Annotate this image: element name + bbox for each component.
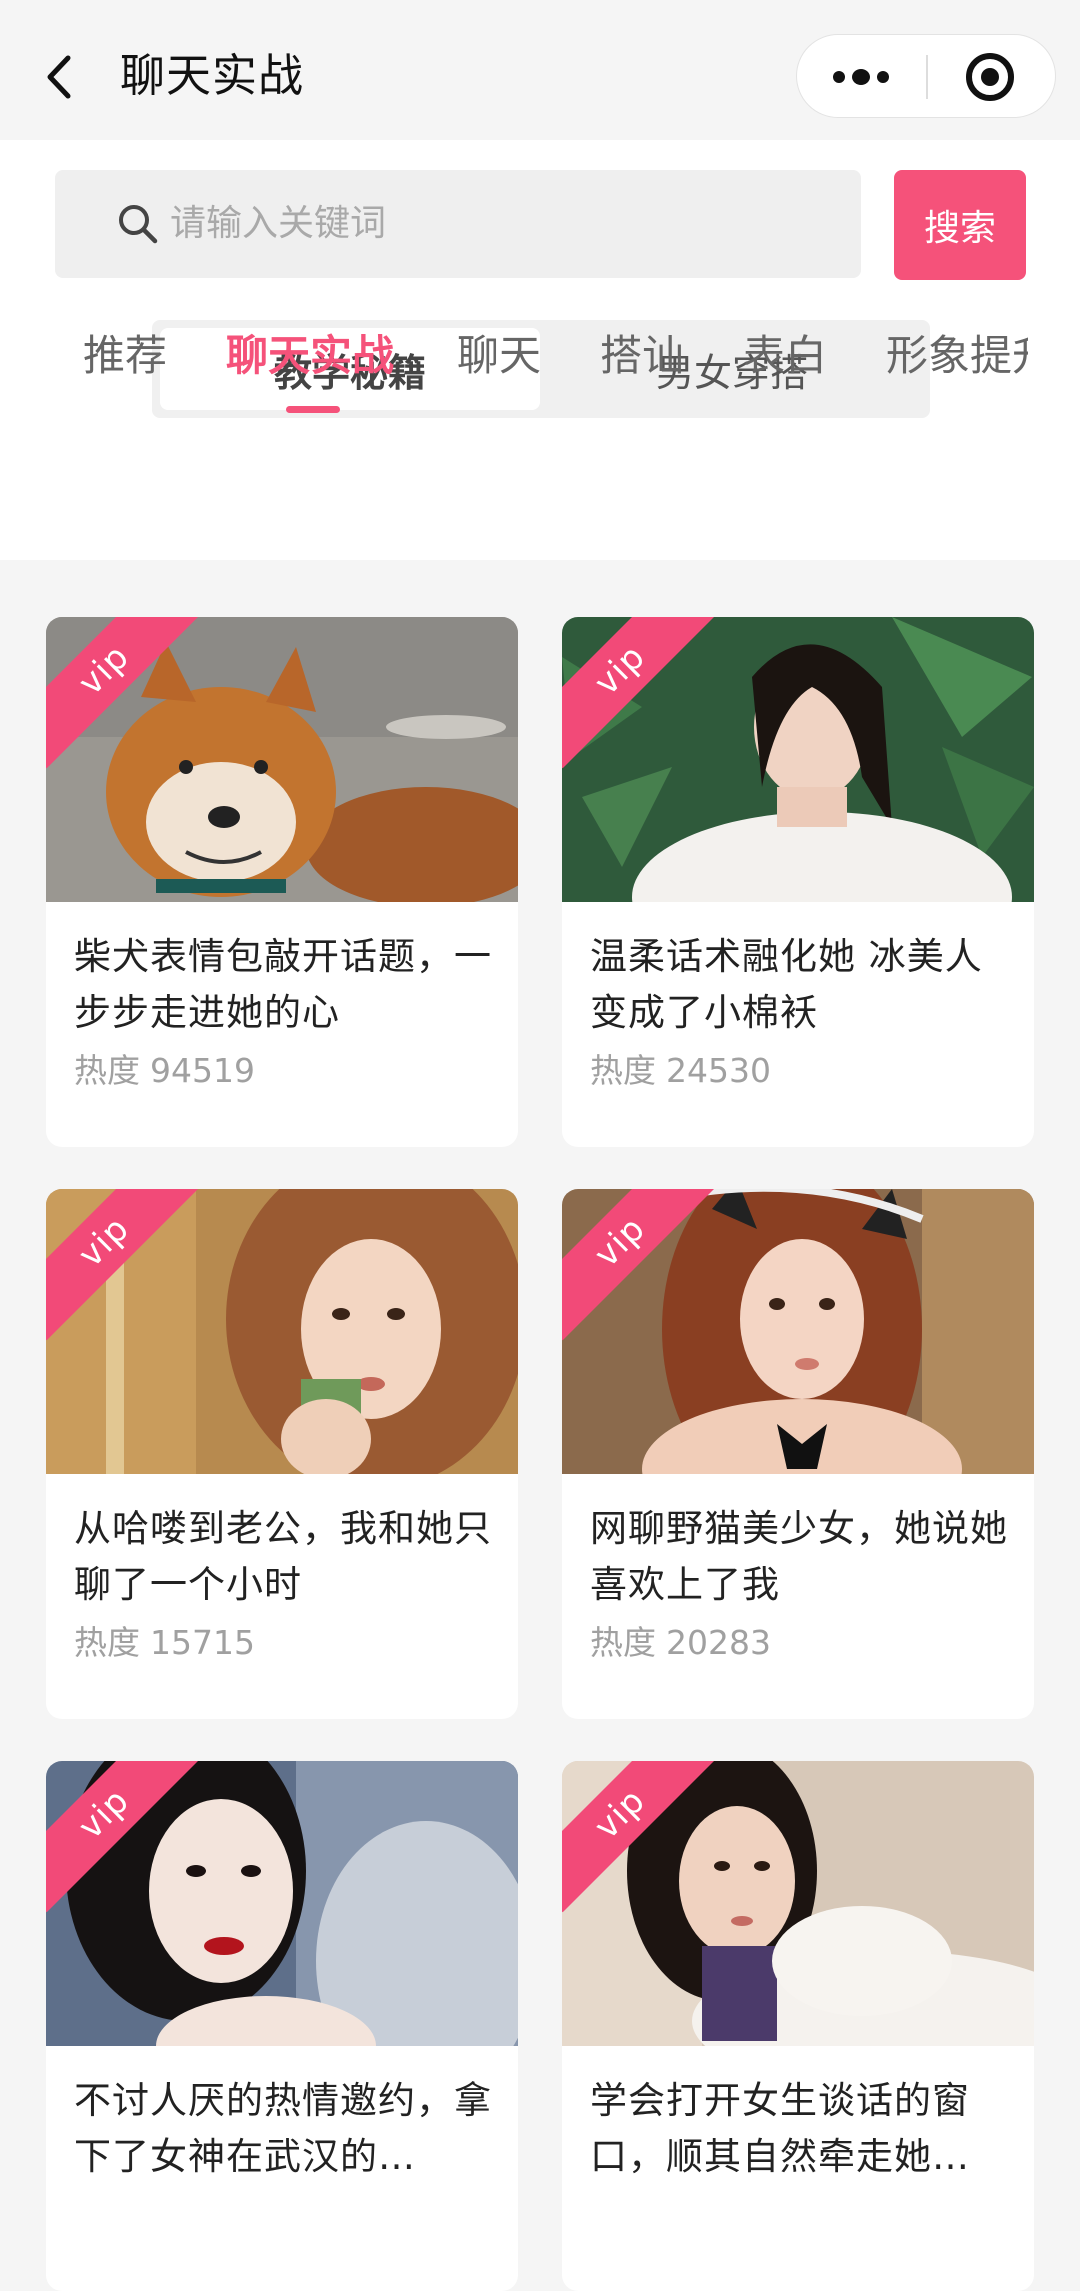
card-thumbnail: vip <box>46 617 518 902</box>
card-title: 从哈喽到老公，我和她只聊了一个小时 <box>74 1507 492 1606</box>
tab-chat[interactable]: 聊天 <box>457 328 541 384</box>
card-heat: 热度 94519 <box>74 1051 255 1090</box>
target-icon[interactable] <box>928 35 1057 119</box>
card-thumbnail: vip <box>562 1189 1034 1474</box>
card-title: 温柔话术融化她 冰美人变成了小棉袄 <box>590 935 983 1034</box>
article-card[interactable]: vip 网聊野猫美少女，她说她喜欢上了我 热度 20283 <box>562 1189 1034 1719</box>
card-heat: 热度 20283 <box>590 1623 771 1662</box>
card-title: 柴犬表情包敲开话题，一步步走进她的心 <box>74 935 492 1034</box>
article-card[interactable]: vip 学会打开女生谈话的窗口，顺其自然牵走她… <box>562 1761 1034 2291</box>
more-icon[interactable] <box>797 35 926 119</box>
category-tabs: 推荐 聊天实战 聊天 搭讪 表白 形象提升 <box>0 318 1028 418</box>
card-heat: 热度 24530 <box>590 1051 771 1090</box>
navigation-bar: 聊天实战 <box>0 0 1080 140</box>
card-heat: 热度 15715 <box>74 1623 255 1662</box>
search-icon <box>115 201 161 247</box>
article-card[interactable]: vip 不讨人厌的热情邀约，拿下了女神在武汉的… <box>46 1761 518 2291</box>
card-title: 学会打开女生谈话的窗口，顺其自然牵走她… <box>590 2079 970 2178</box>
search-button[interactable]: 搜索 <box>894 170 1026 280</box>
article-card[interactable]: vip 柴犬表情包敲开话题，一步步走进她的心 热度 94519 <box>46 617 518 1147</box>
page-title: 聊天实战 <box>120 49 305 102</box>
tab-pickup[interactable]: 搭讪 <box>600 328 684 384</box>
tab-image-improvement[interactable]: 形象提升 <box>886 328 1028 384</box>
card-thumbnail: vip <box>562 1761 1034 2046</box>
tab-recommend[interactable]: 推荐 <box>83 328 167 384</box>
search-input[interactable]: 请输入关键词 <box>55 170 861 278</box>
back-icon[interactable] <box>40 52 80 102</box>
tab-chat-practice[interactable]: 聊天实战 <box>226 328 394 384</box>
card-thumbnail: vip <box>562 617 1034 902</box>
article-card[interactable]: vip 温柔话术融化她 冰美人变成了小棉袄 热度 24530 <box>562 617 1034 1147</box>
card-title: 不讨人厌的热情邀约，拿下了女神在武汉的… <box>74 2079 492 2178</box>
tab-confession[interactable]: 表白 <box>743 328 827 384</box>
search-placeholder: 请输入关键词 <box>170 203 387 244</box>
mini-program-capsule <box>796 34 1056 118</box>
active-tab-indicator <box>286 406 340 413</box>
article-card[interactable]: vip 从哈喽到老公，我和她只聊了一个小时 热度 15715 <box>46 1189 518 1719</box>
card-thumbnail: vip <box>46 1189 518 1474</box>
card-thumbnail: vip <box>46 1761 518 2046</box>
card-title: 网聊野猫美少女，她说她喜欢上了我 <box>590 1507 1008 1606</box>
